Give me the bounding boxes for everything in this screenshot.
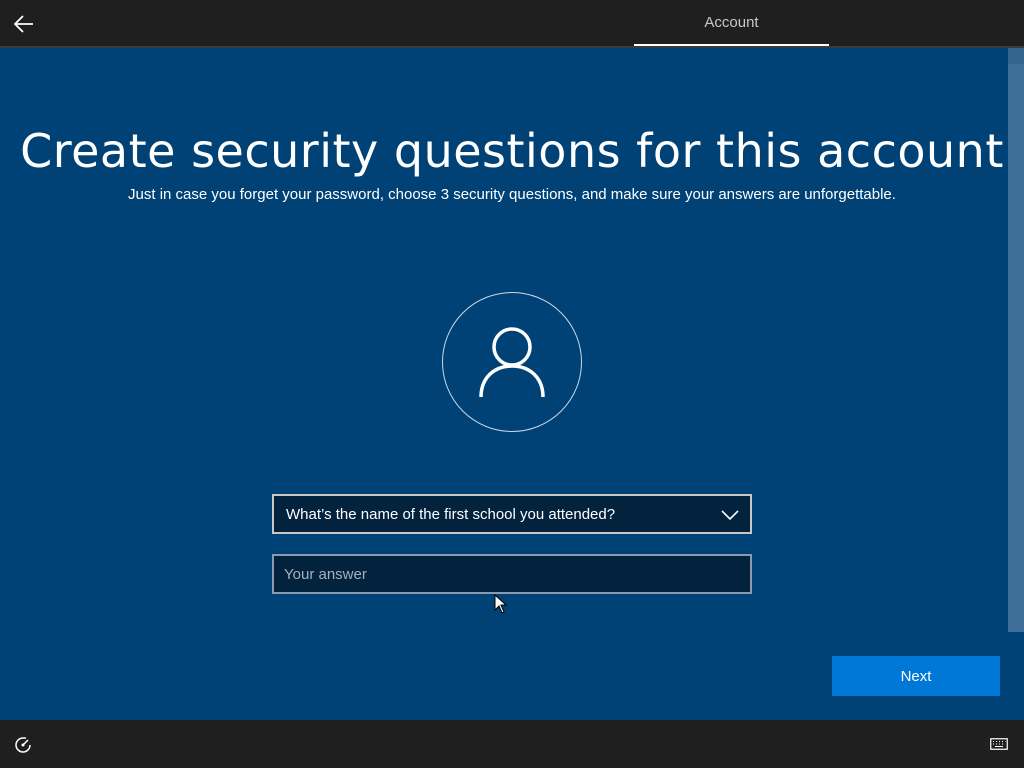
chevron-down-icon [721,510,739,521]
scrollbar-up-arrow[interactable] [1008,48,1024,64]
on-screen-keyboard-button[interactable] [986,734,1012,754]
arrow-left-icon [14,15,33,33]
keyboard-icon [990,738,1008,750]
top-bar: Account [0,0,1024,48]
user-icon [479,327,545,398]
back-button[interactable] [8,8,40,40]
answer-input[interactable] [272,554,752,594]
bottom-bar [0,720,1024,768]
mouse-cursor-icon [494,594,508,614]
tab-account[interactable]: Account [634,0,829,46]
page-title: Create security questions for this accou… [20,124,1004,178]
next-button[interactable]: Next [832,656,1000,696]
page-subtitle: Just in case you forget your password, c… [128,186,896,203]
ease-of-access-button[interactable] [10,734,36,756]
ease-of-access-icon [15,737,31,753]
security-question-select[interactable]: What’s the name of the first school you … [272,494,752,534]
security-question-selected: What’s the name of the first school you … [286,505,616,523]
avatar [442,292,582,432]
